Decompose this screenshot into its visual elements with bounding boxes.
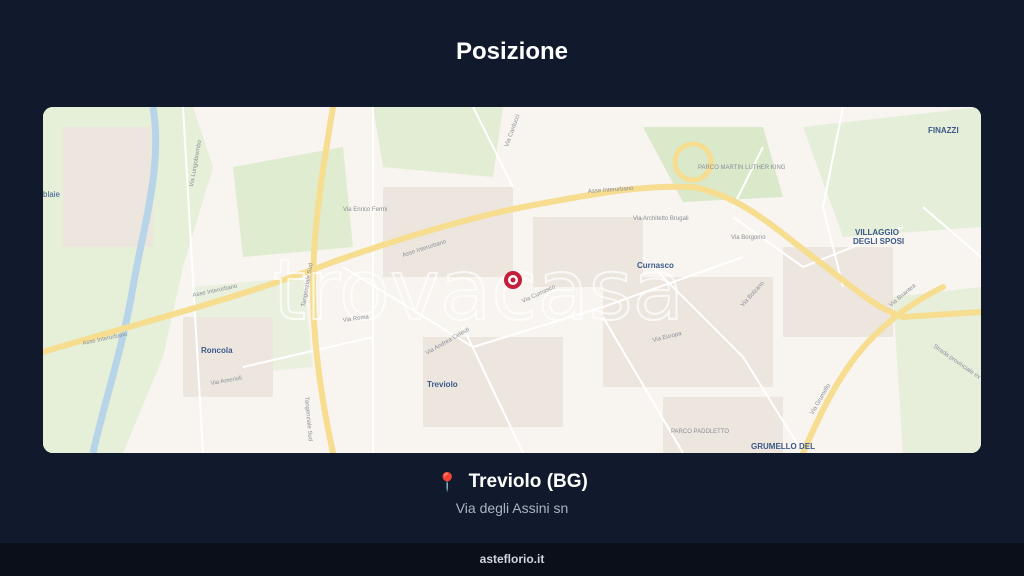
place-label-blaie: blaie	[43, 190, 60, 199]
footer-site-link[interactable]: asteflorio.it	[0, 543, 1024, 576]
location-heading: 📍 Treviolo (BG)	[0, 471, 1024, 493]
place-label-finazzi: FINAZZI	[928, 126, 959, 135]
place-label-villaggio-2: DEGLI SPOSI	[853, 237, 904, 246]
pin-icon: 📍	[436, 471, 459, 492]
road-label: Via Borgomo	[731, 235, 766, 241]
road-label: Via Enrico Fermi	[343, 207, 387, 213]
place-label-villaggio-1: VILLAGGIO	[855, 228, 899, 237]
place-label-roncola: Roncola	[201, 346, 233, 355]
place-label-grumello: GRUMELLO DEL	[751, 442, 815, 451]
location-marker-icon[interactable]	[504, 271, 522, 289]
watermark-text: trovacasa	[273, 241, 684, 339]
map-canvas: trovacasa Treviolo Curnasco Roncola VILL…	[43, 107, 981, 453]
map-view[interactable]: trovacasa Treviolo Curnasco Roncola VILL…	[43, 107, 981, 453]
road-label: PARCO PADDLETTO	[671, 429, 729, 435]
location-address: Via degli Assini sn	[455, 500, 569, 516]
place-label-curnasco: Curnasco	[637, 261, 674, 270]
page-title: Posizione	[455, 38, 569, 65]
road-label: PARCO MARTIN LUTHER KING	[698, 165, 786, 171]
location-title: Treviolo (BG)	[468, 471, 588, 492]
road-label: Via Architetto Brugali	[633, 216, 689, 222]
green-area	[373, 107, 503, 177]
place-label-treviolo: Treviolo	[427, 380, 458, 389]
